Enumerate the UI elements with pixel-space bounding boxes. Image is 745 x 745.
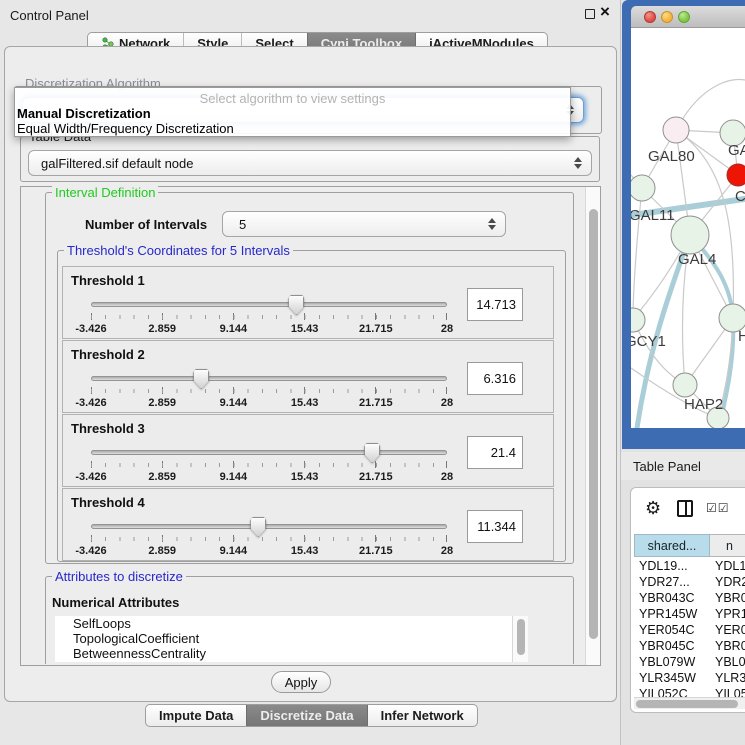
attributes-list-scrollbar-thumb[interactable] [517, 619, 525, 655]
control-panel: Control Panel × Network Style Select Cyn… [0, 0, 621, 745]
threshold-3-value-input[interactable] [467, 436, 523, 469]
column-header-shared-name[interactable]: shared... [634, 534, 710, 557]
threshold-3-slider[interactable]: -3.426 2.859 9.144 15.43 21.715 28 [91, 443, 447, 485]
threshold-coords-label: Threshold's Coordinates for 5 Intervals [64, 243, 293, 258]
threshold-2-value-input[interactable] [467, 362, 523, 395]
threshold-2-label: Threshold 2 [71, 347, 145, 362]
slider-thumb[interactable] [193, 369, 209, 389]
list-item[interactable]: BetweennessCentrality [55, 646, 528, 661]
table-row[interactable]: YLR345WYLR345W [634, 670, 745, 686]
tab-infer-network[interactable]: Infer Network [367, 705, 477, 726]
slider-track[interactable] [91, 524, 447, 529]
tab-impute-data[interactable]: Impute Data [146, 705, 246, 726]
node-label: GAL11 [631, 207, 675, 224]
table-data-select[interactable]: galFiltered.sif default node [28, 150, 592, 176]
table-row[interactable]: YBR043CYBR043C [634, 590, 745, 606]
threshold-1-slider[interactable]: -3.426 2.859 9.144 15.43 21.715 28 [91, 295, 447, 337]
node-label: GAL80 [648, 148, 695, 165]
threshold-1-label: Threshold 1 [71, 273, 145, 288]
slider-tick-labels: -3.426 2.859 9.144 15.43 21.715 28 [91, 471, 447, 485]
window-minimize-traffic-light[interactable] [661, 11, 673, 23]
network-window-titlebar[interactable] [631, 6, 745, 28]
select-columns-icon[interactable]: ☑☑ [706, 501, 730, 515]
node-gal4[interactable] [671, 216, 709, 254]
threshold-4-panel: Threshold 4 -3.426 2.859 9.144 15.43 21.… [62, 488, 554, 561]
numerical-attributes-label: Numerical Attributes [52, 595, 179, 610]
panel-title: Control Panel [10, 8, 89, 23]
bottom-tab-bar: Impute Data Discretize Data Infer Networ… [145, 704, 478, 727]
table-row[interactable]: YBL079WYBL079W [634, 654, 745, 670]
node-gcy1[interactable] [631, 308, 645, 332]
node-gal11[interactable] [631, 175, 655, 201]
threshold-2-panel: Threshold 2 -3.426 2.859 9.144 15.43 21.… [62, 340, 554, 413]
attributes-list-scrollbar[interactable] [512, 616, 528, 662]
table-row[interactable]: YER054CYER054C [634, 622, 745, 638]
vertical-scrollbar[interactable] [585, 187, 600, 665]
horizontal-scrollbar[interactable] [634, 697, 745, 709]
table-row[interactable]: YIL052CYIL052C [634, 686, 745, 697]
vertical-scrollbar-thumb[interactable] [589, 209, 598, 639]
table-row[interactable]: YDL19...YDL19... [634, 558, 745, 574]
slider-tick-labels: -3.426 2.859 9.144 15.43 21.715 28 [91, 397, 447, 411]
table-row[interactable]: YPR145WYPR145W [634, 606, 745, 622]
node-gal80[interactable] [663, 117, 689, 143]
slider-thumb[interactable] [288, 295, 304, 315]
slider-minor-ticks [91, 315, 447, 319]
screen: Control Panel × Network Style Select Cyn… [0, 0, 745, 745]
slider-track[interactable] [91, 376, 447, 381]
column-layout-icon[interactable] [677, 500, 693, 517]
slider-thumb[interactable] [364, 443, 380, 463]
threshold-4-slider[interactable]: -3.426 2.859 9.144 15.43 21.715 28 [91, 517, 447, 559]
slider-thumb[interactable] [250, 517, 266, 537]
node-label: GCY1 [631, 333, 666, 350]
select-arrows-icon [488, 218, 496, 230]
threshold-4-value-input[interactable] [467, 510, 523, 543]
close-icon[interactable]: × [600, 2, 610, 22]
column-header-name[interactable]: n [710, 534, 745, 557]
attributes-group-label: Attributes to discretize [52, 569, 186, 584]
dropdown-option-manual[interactable]: Manual Discretization [17, 106, 151, 121]
node-label: GAL4 [678, 251, 716, 268]
threshold-3-panel: Threshold 3 -3.426 2.859 9.144 15.43 21.… [62, 414, 554, 487]
node-label: HAP2 [684, 396, 723, 413]
gear-icon[interactable]: ⚙ [645, 499, 661, 517]
node-label: GA [728, 142, 745, 159]
slider-track[interactable] [91, 450, 447, 455]
tab-discretize-data[interactable]: Discretize Data [246, 705, 366, 726]
threshold-3-label: Threshold 3 [71, 421, 145, 436]
network-canvas[interactable]: GAL80 GA C GAL11 GAL4 GCY1 H HAP2 [631, 28, 745, 428]
window-close-traffic-light[interactable] [644, 11, 656, 23]
window-zoom-traffic-light[interactable] [678, 11, 690, 23]
list-item[interactable]: TopologicalCoefficient [55, 631, 528, 646]
float-window-icon[interactable] [585, 9, 595, 19]
select-arrows-icon [574, 157, 582, 169]
table-panel-title: Table Panel [633, 459, 701, 474]
node-selected-red[interactable] [727, 164, 745, 186]
apply-button[interactable]: Apply [271, 671, 331, 693]
number-of-intervals-label: Number of Intervals [85, 217, 207, 232]
threshold-4-label: Threshold 4 [71, 495, 145, 510]
slider-tick-labels: -3.426 2.859 9.144 15.43 21.715 28 [91, 545, 447, 559]
interval-definition-label: Interval Definition [52, 185, 158, 200]
dropdown-placeholder-option[interactable]: Select algorithm to view settings [15, 91, 570, 106]
node-label: H [738, 328, 745, 345]
threshold-2-slider[interactable]: -3.426 2.859 9.144 15.43 21.715 28 [91, 369, 447, 411]
table-row[interactable]: YBR045CYBR045C [634, 638, 745, 654]
threshold-1-value-input[interactable] [467, 288, 523, 321]
numerical-attributes-list: SelfLoops TopologicalCoefficient Between… [55, 616, 528, 662]
slider-track[interactable] [91, 302, 447, 307]
slider-minor-ticks [91, 389, 447, 393]
slider-minor-ticks [91, 463, 447, 467]
horizontal-scrollbar-thumb[interactable] [636, 700, 738, 708]
list-item[interactable]: SelfLoops [55, 616, 528, 631]
algorithm-dropdown-popup: Select algorithm to view settings Manual… [14, 87, 571, 137]
slider-tick-labels: -3.426 2.859 9.144 15.43 21.715 28 [91, 323, 447, 337]
number-of-intervals-select[interactable]: 5 [222, 211, 506, 237]
threshold-1-panel: Threshold 1 -3.426 2.859 9.144 15.43 21.… [62, 266, 554, 339]
dropdown-option-equal-width[interactable]: Equal Width/Frequency Discretization [17, 121, 234, 136]
slider-minor-ticks [91, 537, 447, 541]
table-row[interactable]: YDR27...YDR27... [634, 574, 745, 590]
node-label: C [735, 188, 745, 205]
node-hap2[interactable] [673, 373, 697, 397]
